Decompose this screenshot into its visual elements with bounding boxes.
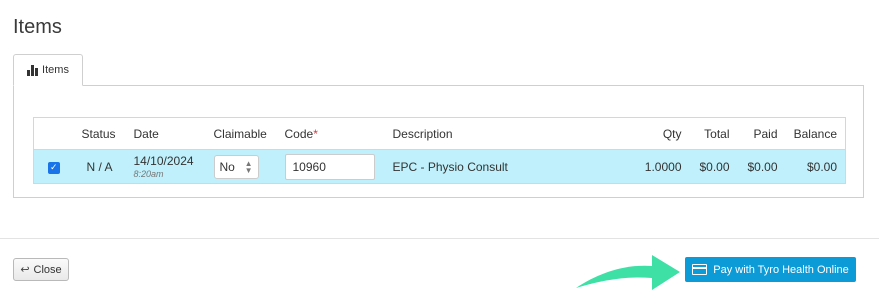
claimable-cell: No ▲ ▼ <box>205 149 277 184</box>
claimable-column-header[interactable]: Claimable <box>205 117 277 150</box>
status-cell: N / A <box>73 149 126 184</box>
code-cell <box>276 149 385 184</box>
close-button[interactable]: ↩ Close <box>13 258 69 281</box>
reply-icon: ↩ <box>20 264 30 276</box>
total-column-header[interactable]: Total <box>689 117 738 150</box>
qty-cell: 1.0000 <box>617 149 690 184</box>
description-column-header[interactable]: Description <box>384 117 618 150</box>
description-cell: EPC - Physio Consult <box>384 149 618 184</box>
footer-divider <box>0 238 879 239</box>
table-row[interactable]: ✓ N / A 14/10/2024 8:20am No ▲▼ EPC - Ph… <box>33 149 846 184</box>
arrow-right-icon <box>576 255 680 290</box>
select-cell: ✓ <box>33 149 74 184</box>
tab-items[interactable]: Items <box>13 54 83 86</box>
table-header-row: Status Date Claimable Code* Description … <box>33 117 846 150</box>
balance-cell: $0.00 <box>785 149 846 184</box>
required-marker: * <box>313 126 318 141</box>
paid-column-header[interactable]: Paid <box>737 117 786 150</box>
code-input[interactable] <box>284 153 375 180</box>
pay-button-label: Pay with Tyro Health Online <box>713 263 849 276</box>
tab-items-label: Items <box>42 64 69 76</box>
select-arrows-icon: ▲ ▼ <box>244 158 253 175</box>
bar-chart-icon <box>27 64 39 76</box>
row-time: 8:20am <box>133 169 164 179</box>
date-cell: 14/10/2024 8:20am <box>125 149 206 184</box>
date-column-header[interactable]: Date <box>125 117 206 150</box>
row-date: 14/10/2024 <box>133 154 194 168</box>
status-column-header[interactable]: Status <box>73 117 126 150</box>
claimable-value: No <box>219 159 235 174</box>
select-column-header <box>33 117 74 150</box>
row-select-checkbox[interactable]: ✓ <box>47 161 60 174</box>
paid-cell: $0.00 <box>737 149 786 184</box>
balance-column-header[interactable]: Balance <box>785 117 846 150</box>
items-panel: Status Date Claimable Code* Description … <box>13 85 864 198</box>
close-button-label: Close <box>33 263 62 276</box>
qty-column-header[interactable]: Qty <box>617 117 690 150</box>
page-title: Items <box>13 16 62 38</box>
claimable-select[interactable]: No ▲ ▼ <box>213 154 259 179</box>
code-column-header[interactable]: Code* <box>276 117 385 150</box>
credit-card-icon <box>692 264 708 275</box>
code-header-label: Code <box>284 126 314 141</box>
items-table: Status Date Claimable Code* Description … <box>33 117 846 184</box>
pay-with-tyro-button[interactable]: Pay with Tyro Health Online <box>685 257 856 282</box>
total-cell: $0.00 <box>689 149 738 184</box>
